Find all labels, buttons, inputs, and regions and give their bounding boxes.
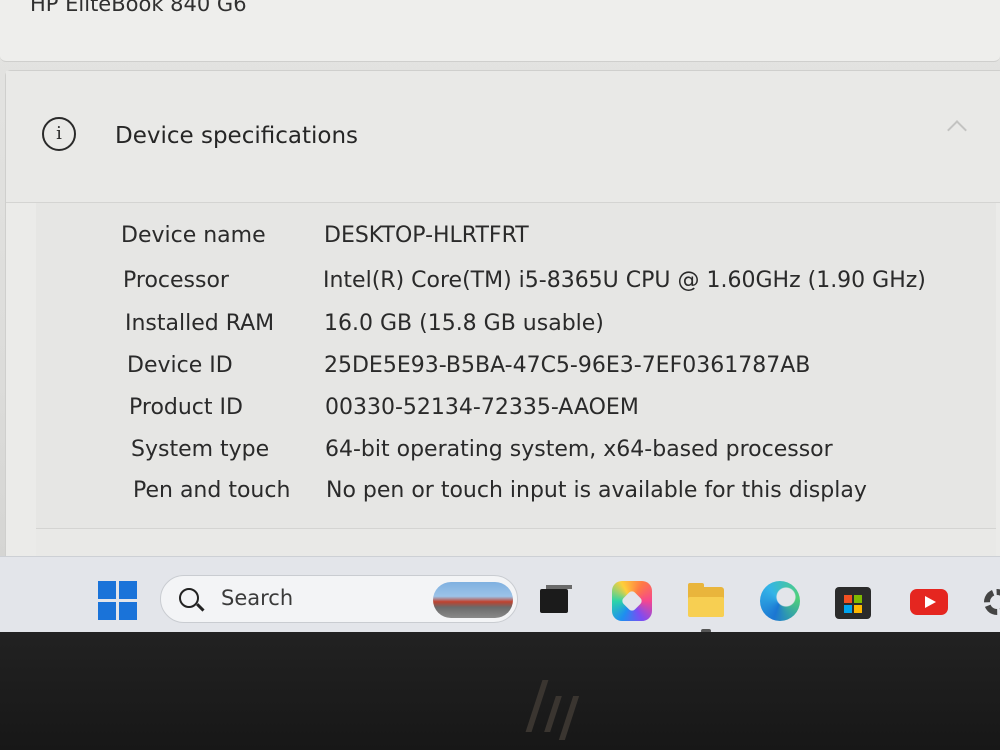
device-header-card: HP EliteBook 840 G6: [0, 0, 1000, 62]
chevron-up-icon[interactable]: [947, 120, 967, 140]
spec-value[interactable]: 00330-52134-72335-AAOEM: [325, 395, 639, 420]
youtube-icon[interactable]: [908, 581, 948, 621]
spec-label: Device ID: [127, 353, 233, 378]
spec-value[interactable]: 16.0 GB (15.8 GB usable): [324, 311, 604, 336]
device-specifications-card: i Device specifications Device name DESK…: [5, 70, 1000, 572]
spec-label: Pen and touch: [133, 478, 291, 503]
spec-label: Processor: [123, 268, 229, 293]
spec-label: System type: [131, 437, 270, 462]
edge-icon[interactable]: [760, 581, 800, 621]
laptop-bezel: [0, 632, 1000, 750]
spec-table: Device name DESKTOP-HLRTFRT Processor In…: [36, 203, 996, 528]
taskbar-search-box[interactable]: Search: [160, 575, 518, 623]
spec-label: Product ID: [129, 395, 243, 420]
microsoft-store-icon[interactable]: [833, 581, 873, 621]
info-icon: i: [42, 117, 76, 151]
spec-value[interactable]: No pen or touch input is available for t…: [326, 478, 867, 503]
start-icon[interactable]: [98, 581, 138, 621]
search-highlight-image[interactable]: [433, 582, 513, 618]
section-title: Device specifications: [115, 123, 359, 149]
taskbar: Search: [0, 556, 1000, 632]
spec-value[interactable]: 25DE5E93-B5BA-47C5-96E3-7EF0361787AB: [324, 353, 810, 378]
copilot-icon[interactable]: [612, 581, 652, 621]
hp-logo-icon: [520, 676, 590, 740]
spec-value[interactable]: Intel(R) Core(TM) i5-8365U CPU @ 1.60GHz…: [323, 268, 926, 293]
file-explorer-icon[interactable]: [686, 581, 726, 621]
screen: HP EliteBook 840 G6 i Device specificati…: [0, 0, 1000, 632]
search-icon: [179, 588, 199, 608]
spec-label: Installed RAM: [125, 311, 275, 336]
device-model-name: HP EliteBook 840 G6: [30, 0, 247, 16]
spec-value[interactable]: 64-bit operating system, x64-based proce…: [325, 437, 833, 462]
device-specifications-header[interactable]: i Device specifications: [6, 71, 1000, 203]
search-label: Search: [221, 586, 294, 610]
spec-value[interactable]: DESKTOP-HLRTFRT: [324, 223, 529, 248]
task-view-icon[interactable]: [536, 581, 576, 621]
spec-label: Device name: [121, 223, 266, 248]
settings-icon[interactable]: [978, 581, 1000, 621]
